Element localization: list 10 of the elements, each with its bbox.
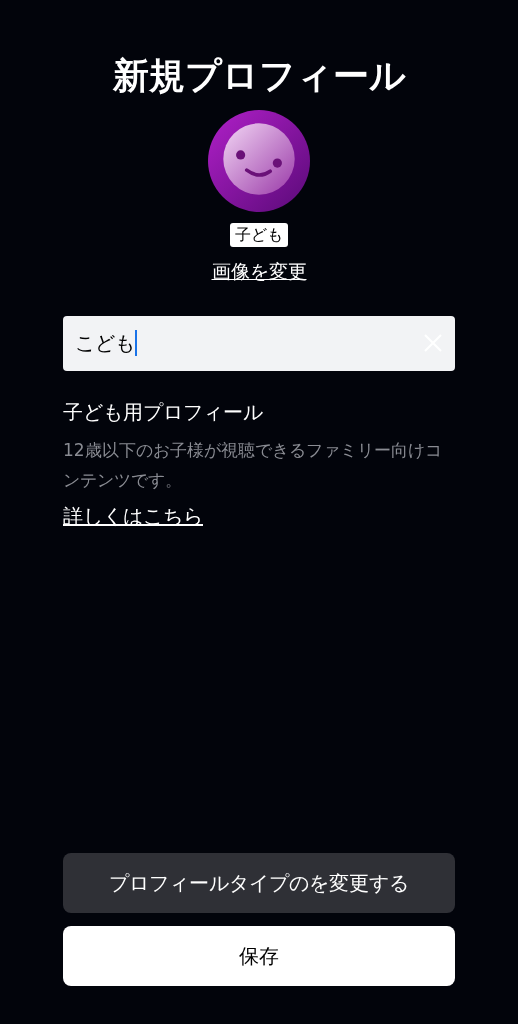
save-button[interactable]: 保存 xyxy=(63,926,455,986)
change-profile-type-button[interactable]: プロフィールタイプのを変更する xyxy=(63,853,455,913)
name-input-field[interactable]: こども xyxy=(63,315,455,371)
smiley-avatar-icon[interactable] xyxy=(208,110,310,212)
profile-type-description: 12歳以下のお子様が視聴できるファミリー向けコンテンツです。 xyxy=(63,438,443,492)
profile-type-heading: 子ども用プロフィール xyxy=(63,398,264,426)
profile-badge: 子ども xyxy=(230,223,288,247)
change-image-link[interactable]: 画像を変更 xyxy=(211,257,307,286)
page-title: 新規プロフィール xyxy=(111,54,407,98)
learn-more-link[interactable]: 詳しくはこちら xyxy=(63,500,203,531)
